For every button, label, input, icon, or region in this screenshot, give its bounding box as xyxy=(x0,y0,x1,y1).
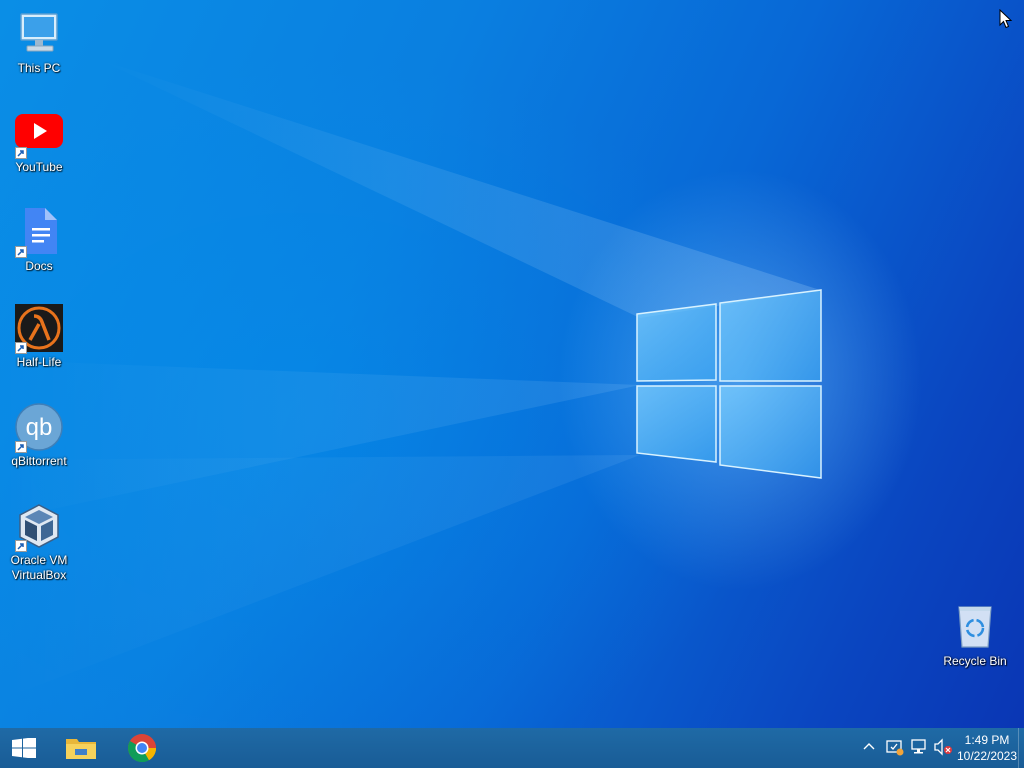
desktop-icon-recycle-bin[interactable]: Recycle Bin xyxy=(937,603,1013,669)
desktop-icon-this-pc[interactable]: This PC xyxy=(1,10,77,76)
show-desktop-button[interactable] xyxy=(1018,728,1024,768)
desktop-icon-label: Docs xyxy=(25,259,53,273)
mouse-cursor-icon xyxy=(999,9,1013,29)
shortcut-arrow-icon xyxy=(15,246,27,258)
shortcut-arrow-icon xyxy=(15,540,27,552)
desktop-icon-label: Recycle Bin xyxy=(943,654,1007,668)
taskbar-clock[interactable]: 1:49 PM 10/22/2023 xyxy=(950,732,1024,764)
clock-time: 1:49 PM xyxy=(964,733,1010,747)
desktop-icon-label: YouTube xyxy=(15,160,63,174)
desktop[interactable]: This PC YouTube Docs Half-Life qb qBitto… xyxy=(0,0,1024,728)
virtualbox-icon xyxy=(15,502,63,552)
chevron-up-icon[interactable] xyxy=(862,740,876,754)
chrome-icon xyxy=(128,734,156,762)
desktop-icon-docs[interactable]: Docs xyxy=(1,208,77,274)
google-docs-icon xyxy=(15,208,63,258)
file-explorer-icon xyxy=(66,739,96,759)
network-icon[interactable] xyxy=(910,738,928,756)
desktop-icon-virtualbox[interactable]: Oracle VM VirtualBox xyxy=(1,502,77,583)
desktop-icon-label: Oracle VM VirtualBox xyxy=(10,553,68,582)
windows-start-icon xyxy=(12,738,36,758)
wallpaper-light-beams xyxy=(0,60,822,700)
shortcut-arrow-icon xyxy=(15,147,27,159)
half-life-icon xyxy=(15,304,63,354)
computer-icon xyxy=(15,10,63,58)
desktop-icon-qbittorrent[interactable]: qb qBittorrent xyxy=(1,403,77,469)
youtube-icon xyxy=(15,109,63,159)
taskbar: 1:49 PM 10/22/2023 xyxy=(0,728,1024,768)
qbittorrent-icon: qb xyxy=(15,403,63,453)
recycle-bin-icon xyxy=(951,603,999,651)
shortcut-arrow-icon xyxy=(15,342,27,354)
security-center-icon[interactable] xyxy=(886,738,904,756)
start-button[interactable] xyxy=(0,728,48,768)
desktop-icon-label: Half-Life xyxy=(16,355,62,369)
taskbar-chrome[interactable] xyxy=(118,728,166,768)
clock-date: 10/22/2023 xyxy=(956,749,1018,763)
desktop-icon-label: This PC xyxy=(17,61,61,75)
desktop-icon-label: qBittorrent xyxy=(11,454,67,468)
desktop-icon-half-life[interactable]: Half-Life xyxy=(1,304,77,370)
svg-text:qb: qb xyxy=(26,414,53,441)
desktop-icon-youtube[interactable]: YouTube xyxy=(1,109,77,175)
shortcut-arrow-icon xyxy=(15,441,27,453)
taskbar-file-explorer[interactable] xyxy=(56,728,104,768)
windows-logo-wallpaper xyxy=(636,289,822,479)
